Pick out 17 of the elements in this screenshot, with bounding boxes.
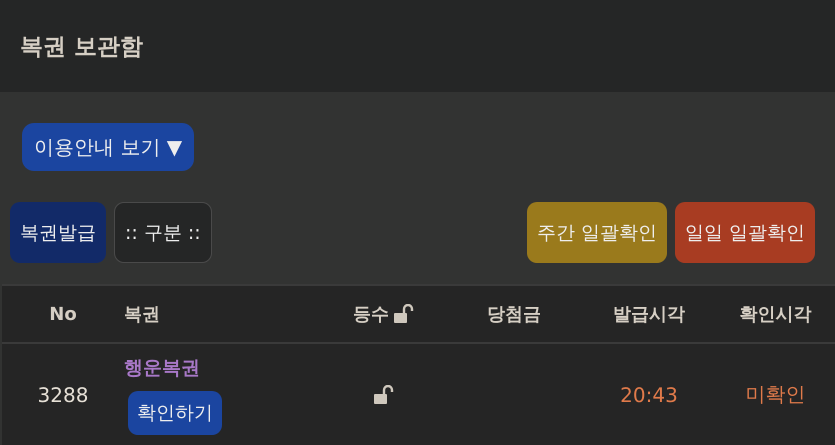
column-header: 확인시각 (740, 303, 812, 326)
bulk-check-button[interactable]: 주간 일괄확인 (526, 202, 667, 263)
column-header: No (49, 304, 77, 324)
table-cell: 미확인 (746, 381, 806, 408)
check-button[interactable]: 확인하기 (128, 390, 222, 434)
guide-button[interactable]: 이용안내 보기 ▼ (22, 123, 194, 171)
lottery-name: 행운복권 (124, 356, 200, 380)
column-header: 발급시각 (613, 303, 685, 326)
page-title: 복권 보관함 (20, 32, 144, 62)
column-header: 당첨금 (487, 303, 541, 326)
table-cell: 20:43 (620, 382, 678, 406)
column-header: 등수 (353, 303, 389, 326)
column-header: 복권 (124, 303, 160, 326)
table-cell: 3288 (38, 382, 88, 406)
issue-button[interactable]: 복권발급 (10, 202, 106, 263)
bulk-check-button[interactable]: 일일 일괄확인 (674, 202, 815, 263)
filter-button[interactable]: :: 구분 :: (114, 202, 212, 263)
